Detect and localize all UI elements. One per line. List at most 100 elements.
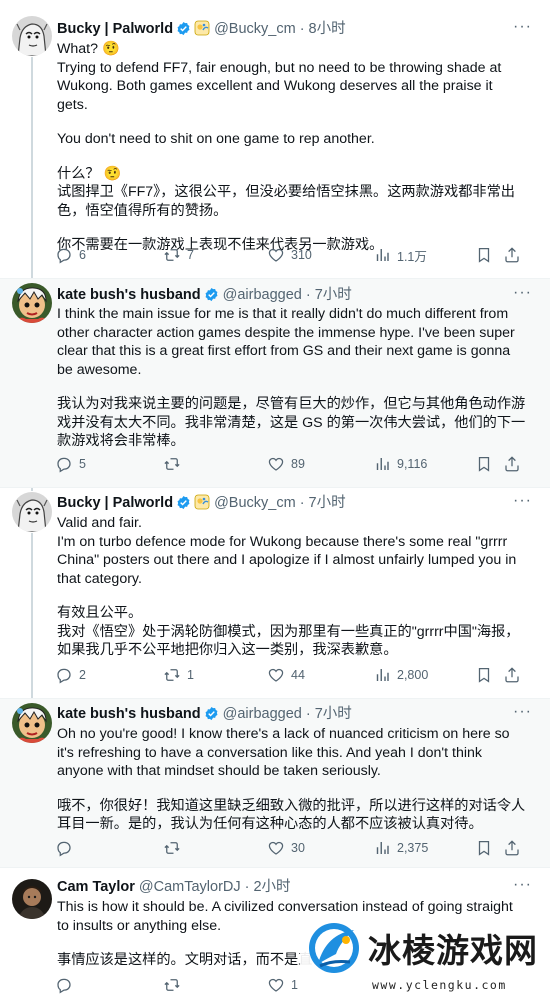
reply-button[interactable]: 6 (55, 244, 86, 266)
bookmark-button[interactable] (475, 453, 499, 475)
tweet-line: 试图捍卫《FF7》，这很公平，但没必要给悟空抹黑。这两款游戏都非常出色，悟空值得… (57, 184, 515, 219)
views-button[interactable]: 2,800 (373, 664, 428, 686)
timestamp[interactable]: · 7小时 (300, 495, 346, 511)
share-icon (503, 246, 527, 264)
share-icon (503, 666, 527, 684)
retweet-button[interactable]: 1 (163, 664, 194, 686)
tweet-text: I think the main issue for me is that it… (57, 305, 527, 451)
avatar[interactable] (12, 879, 52, 919)
reply-button[interactable] (55, 837, 79, 859)
bookmark-icon (475, 246, 499, 264)
like-button[interactable]: 44 (267, 664, 305, 686)
bookmark-button[interactable] (475, 837, 499, 859)
retweet-button[interactable] (163, 837, 187, 859)
tweet-header: Cam Taylor @CamTaylorDJ · 2小时 (57, 877, 291, 897)
heart-icon (267, 455, 291, 473)
heart-icon (267, 246, 291, 264)
bookmark-icon (475, 666, 499, 684)
like-button[interactable]: 1 (267, 974, 298, 996)
timestamp[interactable]: · 8小时 (300, 21, 346, 37)
views-chart-icon (373, 455, 397, 473)
tweet-header: Bucky | Palworld @Bucky_cm · 7小时 (57, 493, 346, 513)
handle[interactable]: @Bucky_cm (214, 495, 296, 511)
display-name[interactable]: Bucky | Palworld (57, 495, 173, 511)
reply-icon (55, 666, 79, 684)
reply-button[interactable]: 2 (55, 664, 86, 686)
tweet-header: kate bush's husband @airbagged · 7小时 (57, 704, 352, 724)
watermark-logo-icon (306, 920, 362, 976)
tweet-actions: 2 1 44 2,800 (55, 664, 519, 686)
views-chart-icon (373, 839, 397, 857)
views-count: 1.1万 (397, 249, 427, 264)
timestamp[interactable]: · 7小时 (306, 706, 352, 722)
retweet-icon (163, 666, 187, 684)
heart-icon (267, 976, 291, 994)
tweet[interactable]: kate bush's husband @airbagged · 7小时 ··· O… (0, 699, 550, 867)
avatar[interactable] (12, 16, 52, 56)
heart-icon (267, 839, 291, 857)
views-chart-icon (373, 666, 397, 684)
like-button[interactable]: 30 (267, 837, 305, 859)
handle[interactable]: @CamTaylorDJ (139, 879, 241, 895)
heart-icon (267, 666, 291, 684)
avatar[interactable] (12, 492, 52, 532)
affiliate-badge-icon[interactable] (194, 494, 210, 516)
tweet[interactable]: Bucky | Palworld @Bucky_cm · 8小时 ··· What?… (0, 0, 550, 278)
retweet-button[interactable] (163, 974, 187, 996)
tweet-header: Bucky | Palworld @Bucky_cm · 8小时 (57, 19, 346, 39)
tweet-actions: 30 2,375 (55, 837, 519, 859)
like-count: 310 (291, 248, 312, 262)
tweet[interactable]: kate bush's husband @airbagged · 7小时 ··· I… (0, 279, 550, 487)
reply-button[interactable]: 5 (55, 453, 86, 475)
timestamp[interactable]: · 7小时 (306, 287, 352, 303)
handle[interactable]: @Bucky_cm (214, 21, 296, 37)
avatar[interactable] (12, 703, 52, 743)
retweet-button[interactable]: 7 (163, 244, 194, 266)
bookmark-icon (475, 839, 499, 857)
avatar[interactable] (12, 283, 52, 323)
more-options-icon[interactable]: ··· (513, 877, 532, 893)
views-button[interactable]: 1.1万 (373, 244, 427, 266)
views-button[interactable]: 2,375 (373, 837, 428, 859)
display-name[interactable]: kate bush's husband (57, 287, 201, 303)
views-chart-icon (373, 246, 397, 264)
tweet-actions: 5 89 9,116 (55, 453, 519, 475)
verified-badge-icon (204, 706, 219, 727)
tweet[interactable]: Bucky | Palworld @Bucky_cm · 7小时 ··· Valid… (0, 488, 550, 698)
views-button[interactable]: 9,116 (373, 453, 427, 475)
more-options-icon[interactable]: ··· (513, 704, 532, 720)
reply-icon (55, 455, 79, 473)
tweet-line: Trying to defend FF7, fair enough, but n… (57, 59, 502, 113)
handle[interactable]: @airbagged (223, 287, 302, 303)
retweet-button[interactable] (163, 453, 187, 475)
timestamp[interactable]: · 2小时 (245, 879, 291, 895)
more-options-icon[interactable]: ··· (513, 19, 532, 35)
more-options-icon[interactable]: ··· (513, 285, 532, 301)
reply-button[interactable] (55, 974, 79, 996)
tweet-line: Oh no you're good! I know there's a lack… (57, 726, 510, 779)
tweet-line: 哦不，你很好！我知道这里缺乏细致入微的批评，所以进行这样的对话令人耳目一新。是的… (57, 797, 526, 833)
display-name[interactable]: kate bush's husband (57, 706, 201, 722)
affiliate-badge-icon[interactable] (194, 20, 210, 42)
tweet-line: Valid and fair. (57, 515, 142, 531)
reply-icon (55, 976, 79, 994)
reply-icon (55, 246, 79, 264)
share-button[interactable] (503, 664, 527, 686)
display-name[interactable]: Cam Taylor (57, 879, 135, 895)
tweet-text: What? 🤨 Trying to defend FF7, fair enoug… (57, 40, 527, 255)
handle[interactable]: @airbagged (223, 706, 302, 722)
bookmark-button[interactable] (475, 664, 499, 686)
retweet-icon (163, 246, 187, 264)
share-button[interactable] (503, 837, 527, 859)
like-button[interactable]: 310 (267, 244, 312, 266)
tweet-header: kate bush's husband @airbagged · 7小时 (57, 285, 352, 305)
views-count: 2,800 (397, 668, 429, 682)
share-button[interactable] (503, 453, 527, 475)
display-name[interactable]: Bucky | Palworld (57, 21, 173, 37)
share-button[interactable] (503, 244, 527, 266)
more-options-icon[interactable]: ··· (513, 493, 532, 509)
tweet-text: Valid and fair. I'm on turbo defence mod… (57, 514, 527, 660)
bookmark-button[interactable] (475, 244, 499, 266)
reply-count: 2 (79, 668, 86, 682)
like-button[interactable]: 89 (267, 453, 305, 475)
